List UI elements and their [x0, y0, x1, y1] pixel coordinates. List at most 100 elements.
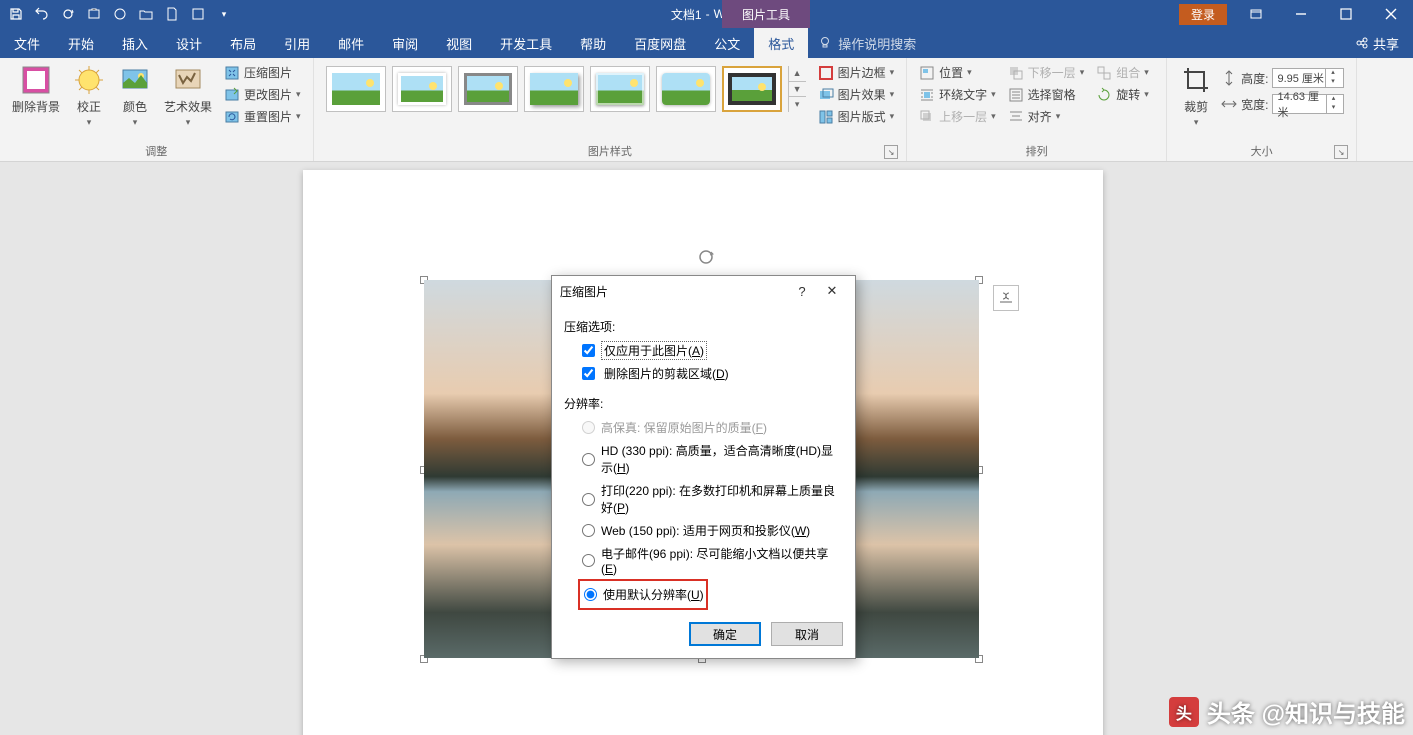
- tab-view[interactable]: 视图: [432, 28, 486, 58]
- qat-more-icon[interactable]: ▾: [212, 2, 236, 26]
- width-input[interactable]: 14.63 厘米 ▴▾: [1272, 94, 1344, 114]
- spinner-down-icon[interactable]: ▾: [1325, 78, 1339, 87]
- undo-icon[interactable]: [30, 2, 54, 26]
- gallery-down-icon[interactable]: ▼: [789, 82, 806, 98]
- tell-me-search[interactable]: 操作说明搜索: [808, 28, 926, 58]
- window-controls: 登录: [1179, 0, 1413, 28]
- style-thumb[interactable]: [392, 66, 452, 112]
- share-button[interactable]: 共享: [1341, 28, 1413, 58]
- picture-tools-contextual-tab: 图片工具: [722, 0, 810, 28]
- resolution-print-radio[interactable]: 打印(220 ppi): 在多数打印机和屏幕上质量良好(P): [564, 479, 843, 519]
- tab-baidu[interactable]: 百度网盘: [620, 28, 700, 58]
- tab-file[interactable]: 文件: [0, 28, 54, 58]
- dialog-launcher-icon[interactable]: ↘: [1334, 145, 1348, 159]
- ok-button[interactable]: 确定: [689, 622, 761, 646]
- align-button[interactable]: 对齐: [1004, 106, 1089, 127]
- new-icon[interactable]: [160, 2, 184, 26]
- rotate-button[interactable]: 旋转: [1092, 84, 1153, 105]
- picture-border-button[interactable]: 图片边框: [814, 62, 899, 83]
- tab-insert[interactable]: 插入: [108, 28, 162, 58]
- redo-icon[interactable]: [56, 2, 80, 26]
- tab-design[interactable]: 设计: [162, 28, 216, 58]
- wrap-text-button[interactable]: 环绕文字: [915, 84, 1000, 105]
- save-icon[interactable]: [4, 2, 28, 26]
- border-icon: [818, 65, 834, 81]
- tab-format[interactable]: 格式: [754, 28, 808, 58]
- effects-icon: [818, 87, 834, 103]
- login-button[interactable]: 登录: [1179, 4, 1227, 25]
- close-icon[interactable]: [1368, 0, 1413, 28]
- help-icon[interactable]: ?: [787, 276, 817, 306]
- reset-picture-button[interactable]: 重置图片: [220, 106, 305, 127]
- selection-pane-icon: [1008, 87, 1024, 103]
- style-thumb[interactable]: [458, 66, 518, 112]
- position-button[interactable]: 位置: [915, 62, 1000, 83]
- reset-icon: [224, 109, 240, 125]
- compress-options-label: 压缩选项:: [564, 318, 843, 335]
- bring-forward-button[interactable]: 上移一层: [915, 106, 1000, 127]
- style-thumb[interactable]: [590, 66, 650, 112]
- watermark: 头 头条 @知识与技能: [1169, 694, 1405, 729]
- delete-cropped-checkbox[interactable]: 删除图片的剪裁区域(D): [564, 362, 843, 385]
- style-thumb[interactable]: [524, 66, 584, 112]
- picture-layout-button[interactable]: 图片版式: [814, 106, 899, 127]
- maximize-icon[interactable]: [1323, 0, 1368, 28]
- send-backward-button[interactable]: 下移一层: [1004, 62, 1089, 83]
- corrections-button[interactable]: 校正: [68, 62, 110, 130]
- tab-references[interactable]: 引用: [270, 28, 324, 58]
- titlebar: ▾ 文档1 - Word 图片工具 登录: [0, 0, 1413, 28]
- close-icon[interactable]: ✕: [817, 276, 847, 306]
- tab-mailings[interactable]: 邮件: [324, 28, 378, 58]
- style-thumb[interactable]: [326, 66, 386, 112]
- style-thumb-selected[interactable]: [722, 66, 782, 112]
- gallery-up-icon[interactable]: ▲: [789, 66, 806, 82]
- ribbon-display-icon[interactable]: [1233, 0, 1278, 28]
- resolution-default-radio[interactable]: 使用默认分辨率(U): [582, 583, 704, 606]
- resolution-email-radio[interactable]: 电子邮件(96 ppi): 尽可能缩小文档以便共享(E): [564, 542, 843, 579]
- crop-button[interactable]: 裁剪: [1175, 62, 1217, 130]
- spinner-down-icon[interactable]: ▾: [1326, 104, 1339, 113]
- dialog-launcher-icon[interactable]: ↘: [884, 145, 898, 159]
- tab-gongwen[interactable]: 公文: [700, 28, 754, 58]
- change-picture-button[interactable]: 更改图片: [220, 84, 305, 105]
- group-button[interactable]: 组合: [1092, 62, 1153, 83]
- open-icon[interactable]: [134, 2, 158, 26]
- layout-options-icon[interactable]: [993, 285, 1019, 311]
- rotate-handle-icon[interactable]: [697, 248, 715, 266]
- resolution-web-radio[interactable]: Web (150 ppi): 适用于网页和投影仪(W): [564, 519, 843, 542]
- style-thumb[interactable]: [656, 66, 716, 112]
- gallery-scroll: ▲ ▼ ▾: [788, 66, 806, 112]
- forward-icon: [919, 109, 935, 125]
- apply-only-checkbox[interactable]: 仅应用于此图片(A): [564, 339, 843, 362]
- ribbon-tabs: 文件 开始 插入 设计 布局 引用 邮件 审阅 视图 开发工具 帮助 百度网盘 …: [0, 28, 1413, 58]
- spinner-up-icon[interactable]: ▴: [1325, 69, 1339, 78]
- tab-home[interactable]: 开始: [54, 28, 108, 58]
- height-input[interactable]: 9.95 厘米 ▴▾: [1272, 68, 1344, 88]
- minimize-icon[interactable]: [1278, 0, 1323, 28]
- picture-effects-button[interactable]: 图片效果: [814, 84, 899, 105]
- wrap-icon: [919, 87, 935, 103]
- rotate-icon: [1096, 87, 1112, 103]
- height-label: 高度:: [1241, 70, 1268, 87]
- gallery-more-icon[interactable]: ▾: [789, 97, 806, 112]
- qat-icon[interactable]: [186, 2, 210, 26]
- cancel-button[interactable]: 取消: [771, 622, 843, 646]
- dialog-titlebar[interactable]: 压缩图片 ? ✕: [552, 276, 855, 306]
- selection-pane-button[interactable]: 选择窗格: [1004, 84, 1089, 105]
- tab-help[interactable]: 帮助: [566, 28, 620, 58]
- compress-pictures-button[interactable]: 压缩图片: [220, 62, 305, 83]
- artistic-effects-button[interactable]: 艺术效果: [160, 62, 216, 130]
- height-icon: [1221, 70, 1237, 86]
- resolution-hd-radio[interactable]: HD (330 ppi): 高质量，适合高清晰度(HD)显示(H): [564, 439, 843, 479]
- qat-icon[interactable]: [108, 2, 132, 26]
- tab-review[interactable]: 审阅: [378, 28, 432, 58]
- qat-icon[interactable]: [82, 2, 106, 26]
- color-button[interactable]: 颜色: [114, 62, 156, 130]
- width-label: 宽度:: [1241, 96, 1268, 113]
- change-picture-icon: [224, 87, 240, 103]
- tab-developer[interactable]: 开发工具: [486, 28, 566, 58]
- remove-background-button[interactable]: 删除背景: [8, 62, 64, 117]
- spinner-up-icon[interactable]: ▴: [1326, 95, 1339, 104]
- resolution-label: 分辨率:: [564, 395, 843, 412]
- tab-layout[interactable]: 布局: [216, 28, 270, 58]
